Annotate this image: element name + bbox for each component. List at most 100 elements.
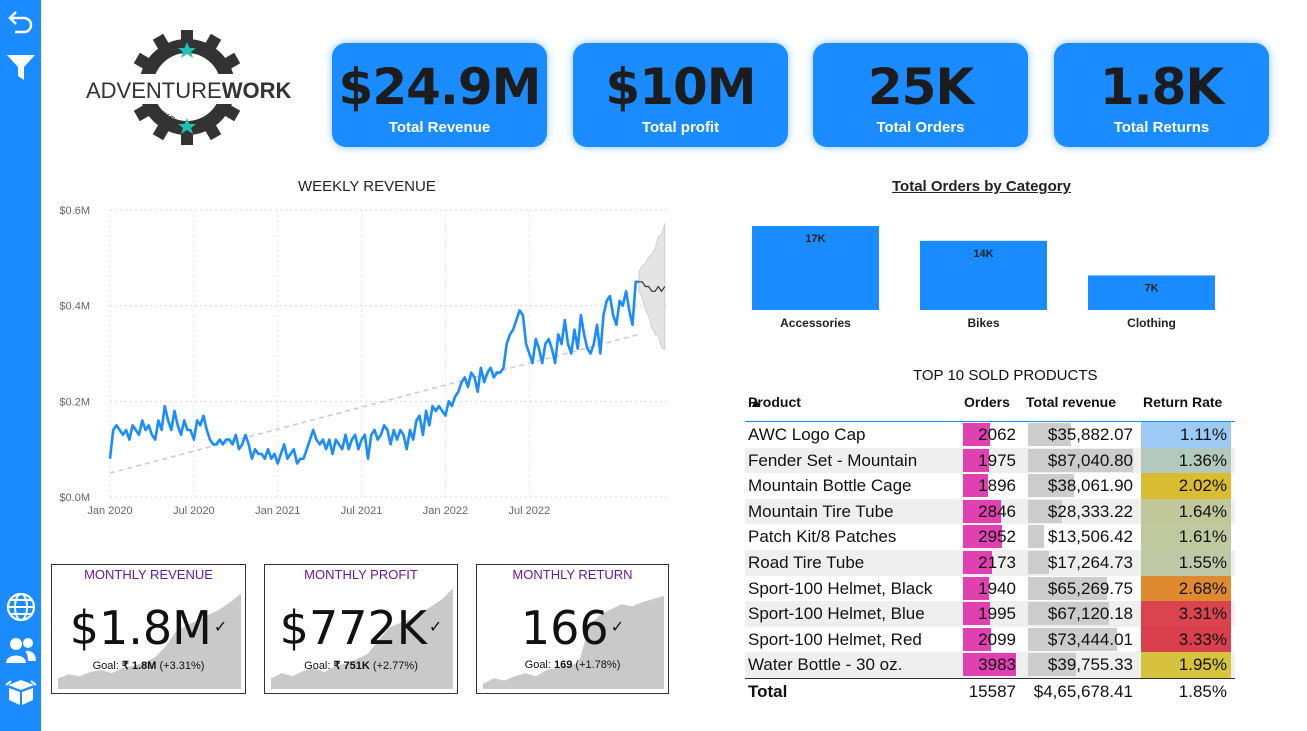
kpi-value: 1.8K <box>1099 58 1224 116</box>
card-title: MONTHLY RETURN <box>512 567 633 582</box>
kpi-total-returns[interactable]: 1.8K Total Returns <box>1054 43 1269 147</box>
cell-revenue: $73,444.01 <box>1047 629 1133 649</box>
cell-return-rate: 3.33% <box>1178 629 1227 649</box>
cell-return-rate: 1.55% <box>1178 552 1227 572</box>
cell-return-rate: 3.31% <box>1178 604 1227 624</box>
card-value: $772K <box>279 601 427 655</box>
card-title: MONTHLY PROFIT <box>304 567 418 582</box>
header-return-rate[interactable]: Return Rate <box>1143 394 1222 410</box>
x-tick-label: Jan 2020 <box>87 505 132 517</box>
cell-orders: 2173 <box>978 552 1016 572</box>
weekly-revenue-chart[interactable]: $0.0M $0.2M $0.4M $0.6M Jan 2020 Jul 2020 Jan … <box>48 195 673 525</box>
check-icon: ✓ <box>213 617 228 636</box>
cell-revenue: $87,040.80 <box>1047 450 1133 470</box>
table-row[interactable]: Fender Set - Mountain 1975 $87,040.80 1.36% <box>745 447 1235 474</box>
cell-product: Fender Set - Mountain <box>748 450 918 470</box>
cell-return-rate: 2.68% <box>1178 578 1227 598</box>
x-tick-label: Jan 2022 <box>423 505 468 517</box>
cell-product: Mountain Tire Tube <box>748 501 894 521</box>
y-tick-label: $0.0M <box>59 492 90 504</box>
table-row[interactable]: AWC Logo Cap 2062 $35,882.07 1.11% <box>745 422 1235 448</box>
goal-prefix: Goal: <box>524 659 554 671</box>
y-tick-label: $0.4M <box>59 301 90 313</box>
users-icon[interactable] <box>4 633 37 666</box>
category-chart-title: Total Orders by Category <box>892 178 1071 195</box>
cell-return-rate: 1.95% <box>1178 655 1227 675</box>
adventureworks-logo: ADVENTUREWORKS BIKE SHOP <box>82 29 306 150</box>
table-row[interactable]: Road Tire Tube 2173 $17,264.73 1.55% <box>745 549 1235 576</box>
card-value: 166 <box>520 601 609 655</box>
check-icon: ✓ <box>428 617 443 636</box>
box-icon[interactable] <box>4 675 37 708</box>
cell-orders: 3983 <box>978 655 1016 675</box>
table-header: Product ▲ Orders Total revenue Return Ra… <box>745 390 1235 422</box>
kpi-value: 25K <box>867 58 974 116</box>
cell-orders: 2099 <box>978 629 1016 649</box>
cell-product: Sport-100 Helmet, Blue <box>748 604 925 624</box>
table-row[interactable]: Mountain Tire Tube 2846 $28,333.22 1.64% <box>745 498 1235 525</box>
monthly-return-card[interactable]: MONTHLY RETURN 166 ✓ Goal: 169 (+1.78%) <box>476 564 669 694</box>
table-total-row: Total 15587 $4,65,678.41 1.85% <box>745 677 1235 704</box>
kpi-total-revenue[interactable]: $24.9M Total Revenue <box>332 43 547 147</box>
kpi-total-orders[interactable]: 25K Total Orders <box>813 43 1028 147</box>
orders-by-category-chart[interactable]: 17K Accessories 14K Bikes 7K Clothing <box>740 210 1230 340</box>
cell-return-rate: 1.36% <box>1178 450 1227 470</box>
check-icon: ✓ <box>610 617 625 636</box>
cell-return-rate: 2.02% <box>1178 476 1227 496</box>
logo-text-light: ADVENTURE <box>86 78 222 103</box>
left-nav <box>0 0 41 731</box>
kpi-label: Total profit <box>641 119 720 136</box>
bar-data-label: 17K <box>805 233 825 245</box>
sort-arrow-icon: ▲ <box>749 394 763 410</box>
total-revenue: $4,65,678.41 <box>1033 681 1133 701</box>
table-row[interactable]: Sport-100 Helmet, Red 2099 $73,444.01 3.33% <box>745 626 1235 653</box>
logo-text-bold: WORKS <box>222 78 292 103</box>
cell-orders: 2846 <box>978 501 1016 521</box>
table-row[interactable]: Patch Kit/8 Patches 2952 $13,506.42 1.61% <box>745 524 1235 550</box>
table-row[interactable]: Sport-100 Helmet, Black 1940 $65,269.75 2.6… <box>745 575 1235 602</box>
category-label: Bikes <box>967 316 999 330</box>
table-row[interactable]: Water Bottle - 30 oz. 3983 $39,755.33 1.95% <box>745 652 1235 678</box>
svg-text:ADVENTUREWORKS: ADVENTUREWORKS <box>86 78 292 103</box>
table-body: AWC Logo Cap 2062 $35,882.07 1.11% Fender Se… <box>745 422 1235 678</box>
y-tick-label: $0.2M <box>59 396 90 408</box>
cell-revenue: $38,061.90 <box>1047 476 1133 496</box>
total-return-rate: 1.85% <box>1178 681 1227 701</box>
y-tick-label: $0.6M <box>59 205 90 217</box>
monthly-revenue-card[interactable]: MONTHLY REVENUE $1.8M ✓ Goal: ₹ 1.8M (+3.… <box>51 564 246 694</box>
bar-data-label: 14K <box>973 248 993 260</box>
cell-product: Sport-100 Helmet, Red <box>748 629 922 649</box>
table-row[interactable]: Sport-100 Helmet, Blue 1995 $67,120.18 3.31… <box>745 601 1235 627</box>
globe-icon[interactable] <box>4 590 37 623</box>
cell-revenue: $67,120.18 <box>1047 604 1133 624</box>
card-title: MONTHLY REVENUE <box>84 567 213 582</box>
goal-delta: (+2.77%) <box>369 660 418 672</box>
filter-icon[interactable] <box>4 50 37 83</box>
header-total-revenue[interactable]: Total revenue <box>1026 394 1116 410</box>
cell-product: Mountain Bottle Cage <box>748 476 912 496</box>
monthly-profit-card[interactable]: MONTHLY PROFIT $772K ✓ Goal: ₹ 751K (+2.7… <box>264 564 458 694</box>
goal-value: 169 <box>554 659 573 671</box>
kpi-label: Total Orders <box>876 119 965 136</box>
x-tick-label: Jul 2022 <box>509 505 551 517</box>
cell-return-rate: 1.11% <box>1180 425 1227 444</box>
cell-orders: 1896 <box>978 476 1016 496</box>
cell-product: Water Bottle - 30 oz. <box>748 655 903 675</box>
goal-delta: (+1.78%) <box>572 659 621 671</box>
kpi-total-profit[interactable]: $10M Total profit <box>573 43 788 147</box>
cell-orders: 2062 <box>978 425 1016 444</box>
header-orders[interactable]: Orders <box>964 394 1010 410</box>
forecast-band <box>638 223 666 351</box>
goal-prefix: Goal: <box>92 660 122 672</box>
cell-product: Patch Kit/8 Patches <box>748 527 897 547</box>
cell-revenue: $35,882.07 <box>1047 425 1133 444</box>
revenue-line <box>108 280 639 465</box>
back-arrow-icon[interactable] <box>4 3 37 36</box>
table-row[interactable]: Mountain Bottle Cage 1896 $38,061.90 2.02% <box>745 473 1235 499</box>
cell-orders: 1995 <box>978 604 1016 624</box>
total-orders: 15587 <box>968 681 1016 701</box>
cell-product: Road Tire Tube <box>748 552 865 572</box>
weekly-revenue-title: WEEKLY REVENUE <box>298 178 436 195</box>
cell-revenue: $28,333.22 <box>1047 501 1133 521</box>
cell-orders: 1975 <box>978 450 1016 470</box>
